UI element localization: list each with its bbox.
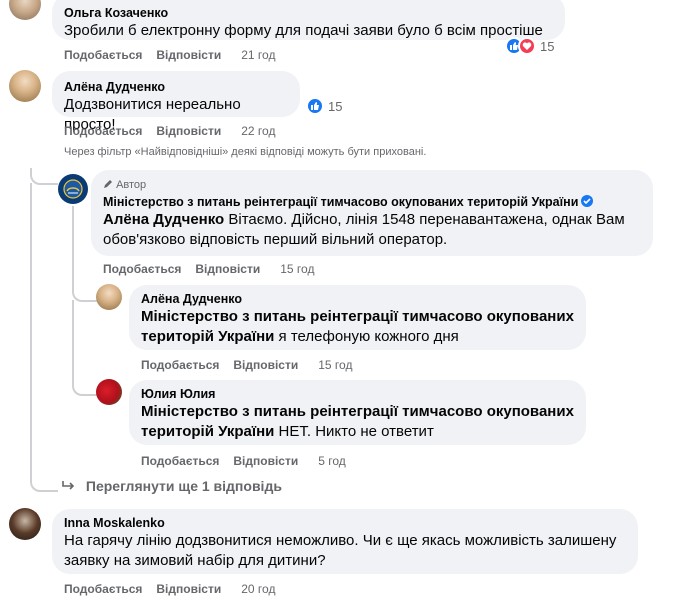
comment-author[interactable]: Inna Moskalenko bbox=[64, 515, 626, 531]
comment-actions: Подобається Відповісти 5 год bbox=[141, 454, 346, 468]
thread-connector bbox=[30, 168, 58, 185]
comment-bubble: Ольга Козаченко Зробили б електронну фор… bbox=[52, 0, 565, 40]
reaction-summary[interactable]: 15 bbox=[505, 36, 554, 56]
reply-button[interactable]: Відповісти bbox=[156, 48, 221, 62]
comment-bubble: Алёна Дудченко Додзвонитися нереально пр… bbox=[52, 71, 300, 133]
comment-text: Алёна Дудченко Вітаємо. Дійсно, лінія 15… bbox=[103, 211, 625, 248]
timestamp[interactable]: 15 год bbox=[318, 358, 352, 372]
comment-text: Зробили б електронну форму для подачі за… bbox=[64, 22, 543, 39]
author-tag: Автор bbox=[103, 178, 641, 192]
like-button[interactable]: Подобається bbox=[141, 358, 219, 372]
like-button[interactable]: Подобається bbox=[141, 454, 219, 468]
comment-text: Міністерство з питань реінтеграції тимча… bbox=[141, 403, 574, 440]
thread-connector bbox=[72, 206, 74, 290]
reply-button[interactable]: Відповісти bbox=[156, 582, 221, 596]
like-button[interactable]: Подобається bbox=[103, 262, 181, 276]
comment-actions: Подобається Відповісти 15 год bbox=[141, 358, 352, 372]
reply-button[interactable]: Відповісти bbox=[233, 358, 298, 372]
avatar[interactable] bbox=[9, 508, 41, 540]
like-button[interactable]: Подобається bbox=[64, 48, 142, 62]
comment-text: Міністерство з питань реінтеграції тимча… bbox=[141, 308, 574, 345]
timestamp[interactable]: 15 год bbox=[280, 262, 314, 276]
thread-connector bbox=[30, 481, 58, 492]
comment-author[interactable]: Ольга Козаченко bbox=[64, 5, 553, 21]
comment-author[interactable]: Юлия Юлия bbox=[141, 386, 574, 402]
comment-actions: Подобається Відповісти 22 год bbox=[64, 124, 275, 138]
view-more-replies-button[interactable]: Переглянути ще 1 відповідь bbox=[62, 478, 282, 494]
avatar[interactable] bbox=[9, 0, 41, 20]
mention-link[interactable]: Алёна Дудченко bbox=[103, 211, 224, 228]
thread-connector bbox=[72, 300, 74, 384]
avatar[interactable] bbox=[9, 70, 41, 102]
reply-arrow-icon bbox=[62, 481, 75, 490]
timestamp[interactable]: 22 год bbox=[241, 124, 275, 138]
like-reaction-icon bbox=[306, 97, 324, 115]
comment-bubble: Юлия Юлия Міністерство з питань реінтегр… bbox=[129, 380, 586, 445]
pencil-icon bbox=[104, 180, 112, 188]
comment-author[interactable]: Алёна Дудченко bbox=[64, 79, 288, 95]
comment-author[interactable]: Міністерство з питань реінтеграції тимча… bbox=[103, 194, 641, 210]
thread-connector bbox=[72, 290, 98, 302]
timestamp[interactable]: 20 год bbox=[241, 582, 275, 596]
filter-note: Через фільтр «Найвідповідніші» деякі від… bbox=[64, 146, 427, 158]
comment-actions: Подобається Відповісти 20 год bbox=[64, 582, 275, 596]
reply-button[interactable]: Відповісти bbox=[195, 262, 260, 276]
ministry-logo-icon bbox=[63, 179, 83, 199]
avatar[interactable] bbox=[96, 379, 122, 405]
ministry-avatar[interactable] bbox=[58, 174, 88, 204]
comment-author[interactable]: Алёна Дудченко bbox=[141, 291, 574, 307]
reaction-count: 15 bbox=[328, 98, 343, 114]
like-button[interactable]: Подобається bbox=[64, 582, 142, 596]
thread-connector bbox=[30, 183, 32, 481]
comment-bubble: Автор Міністерство з питань реінтеграції… bbox=[91, 170, 653, 256]
thread-connector bbox=[72, 384, 98, 396]
reaction-summary[interactable]: 15 bbox=[306, 96, 342, 116]
comment-actions: Подобається Відповісти 21 год bbox=[64, 48, 275, 62]
avatar[interactable] bbox=[96, 284, 122, 310]
reaction-count: 15 bbox=[540, 38, 555, 54]
reply-button[interactable]: Відповісти bbox=[233, 454, 298, 468]
like-button[interactable]: Подобається bbox=[64, 124, 142, 138]
comment-bubble: Алёна Дудченко Міністерство з питань реі… bbox=[129, 285, 586, 350]
timestamp[interactable]: 21 год bbox=[241, 48, 275, 62]
love-reaction-icon bbox=[518, 37, 536, 55]
verified-badge-icon bbox=[581, 195, 594, 207]
comment-text: На гарячу лінію додзвонитися неможливо. … bbox=[64, 532, 617, 569]
comment-actions: Подобається Відповісти 15 год bbox=[103, 262, 314, 276]
reply-button[interactable]: Відповісти bbox=[156, 124, 221, 138]
timestamp[interactable]: 5 год bbox=[318, 454, 346, 468]
comment-bubble: Inna Moskalenko На гарячу лінію додзвони… bbox=[52, 509, 638, 574]
